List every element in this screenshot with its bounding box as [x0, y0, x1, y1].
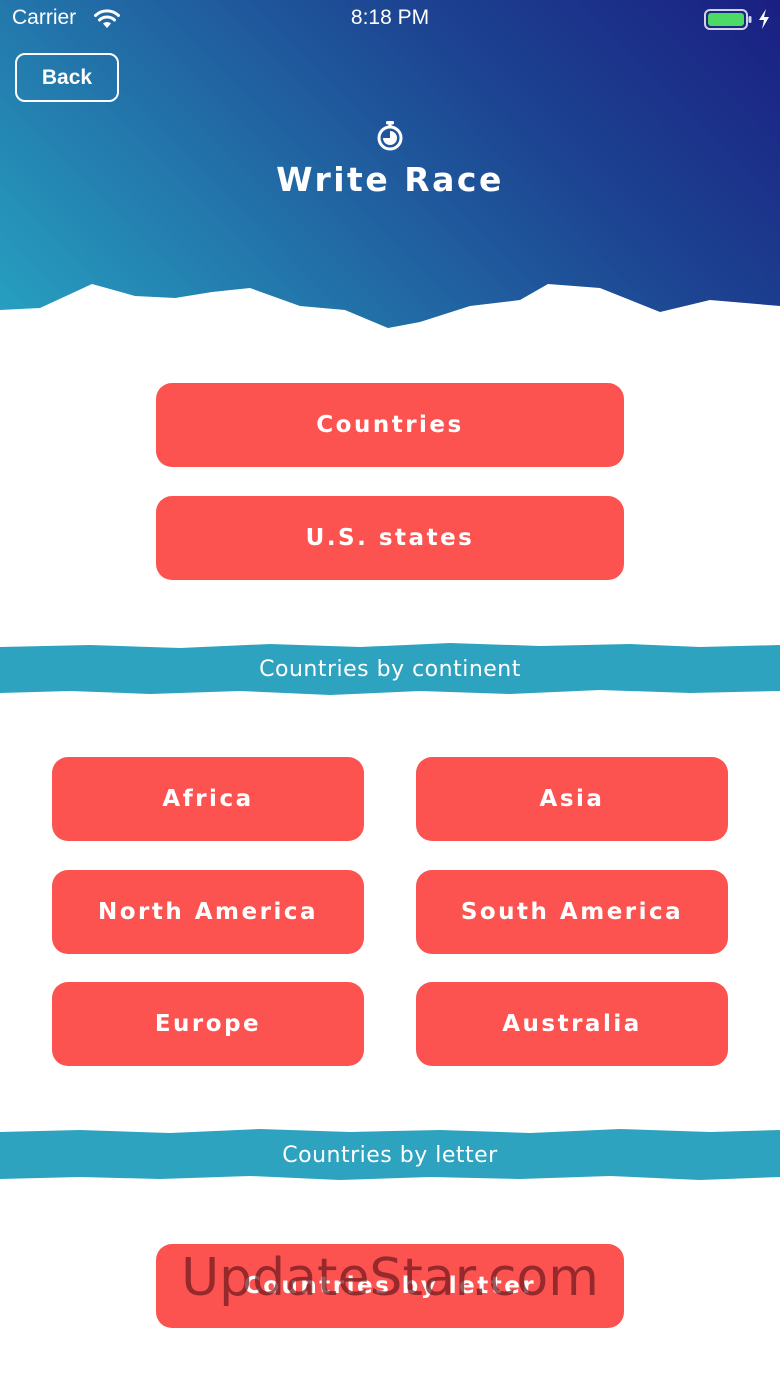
header: Carrier 8:18 PM Back Write Race	[0, 0, 780, 340]
asia-button[interactable]: Asia	[416, 757, 728, 841]
header-mountain-edge	[0, 284, 780, 340]
countries-button[interactable]: Countries	[156, 383, 624, 467]
charging-bolt-icon	[759, 9, 769, 29]
status-bar: Carrier 8:18 PM	[0, 0, 780, 40]
letter-section-banner: Countries by letter	[0, 1127, 780, 1183]
us-states-button[interactable]: U.S. states	[156, 496, 624, 580]
continent-section-banner: Countries by continent	[0, 641, 780, 697]
continent-section-heading: Countries by continent	[259, 656, 521, 682]
europe-button[interactable]: Europe	[52, 982, 364, 1066]
south-america-button[interactable]: South America	[416, 870, 728, 954]
australia-button[interactable]: Australia	[416, 982, 728, 1066]
battery-icon	[704, 9, 752, 30]
page-title: Write Race	[276, 160, 504, 199]
africa-button[interactable]: Africa	[52, 757, 364, 841]
north-america-button[interactable]: North America	[52, 870, 364, 954]
back-button[interactable]: Back	[15, 53, 119, 102]
stopwatch-icon	[377, 121, 403, 151]
countries-by-letter-button[interactable]: Countries by letter	[156, 1244, 624, 1328]
status-time: 8:18 PM	[350, 6, 430, 29]
letter-section-heading: Countries by letter	[282, 1142, 498, 1168]
